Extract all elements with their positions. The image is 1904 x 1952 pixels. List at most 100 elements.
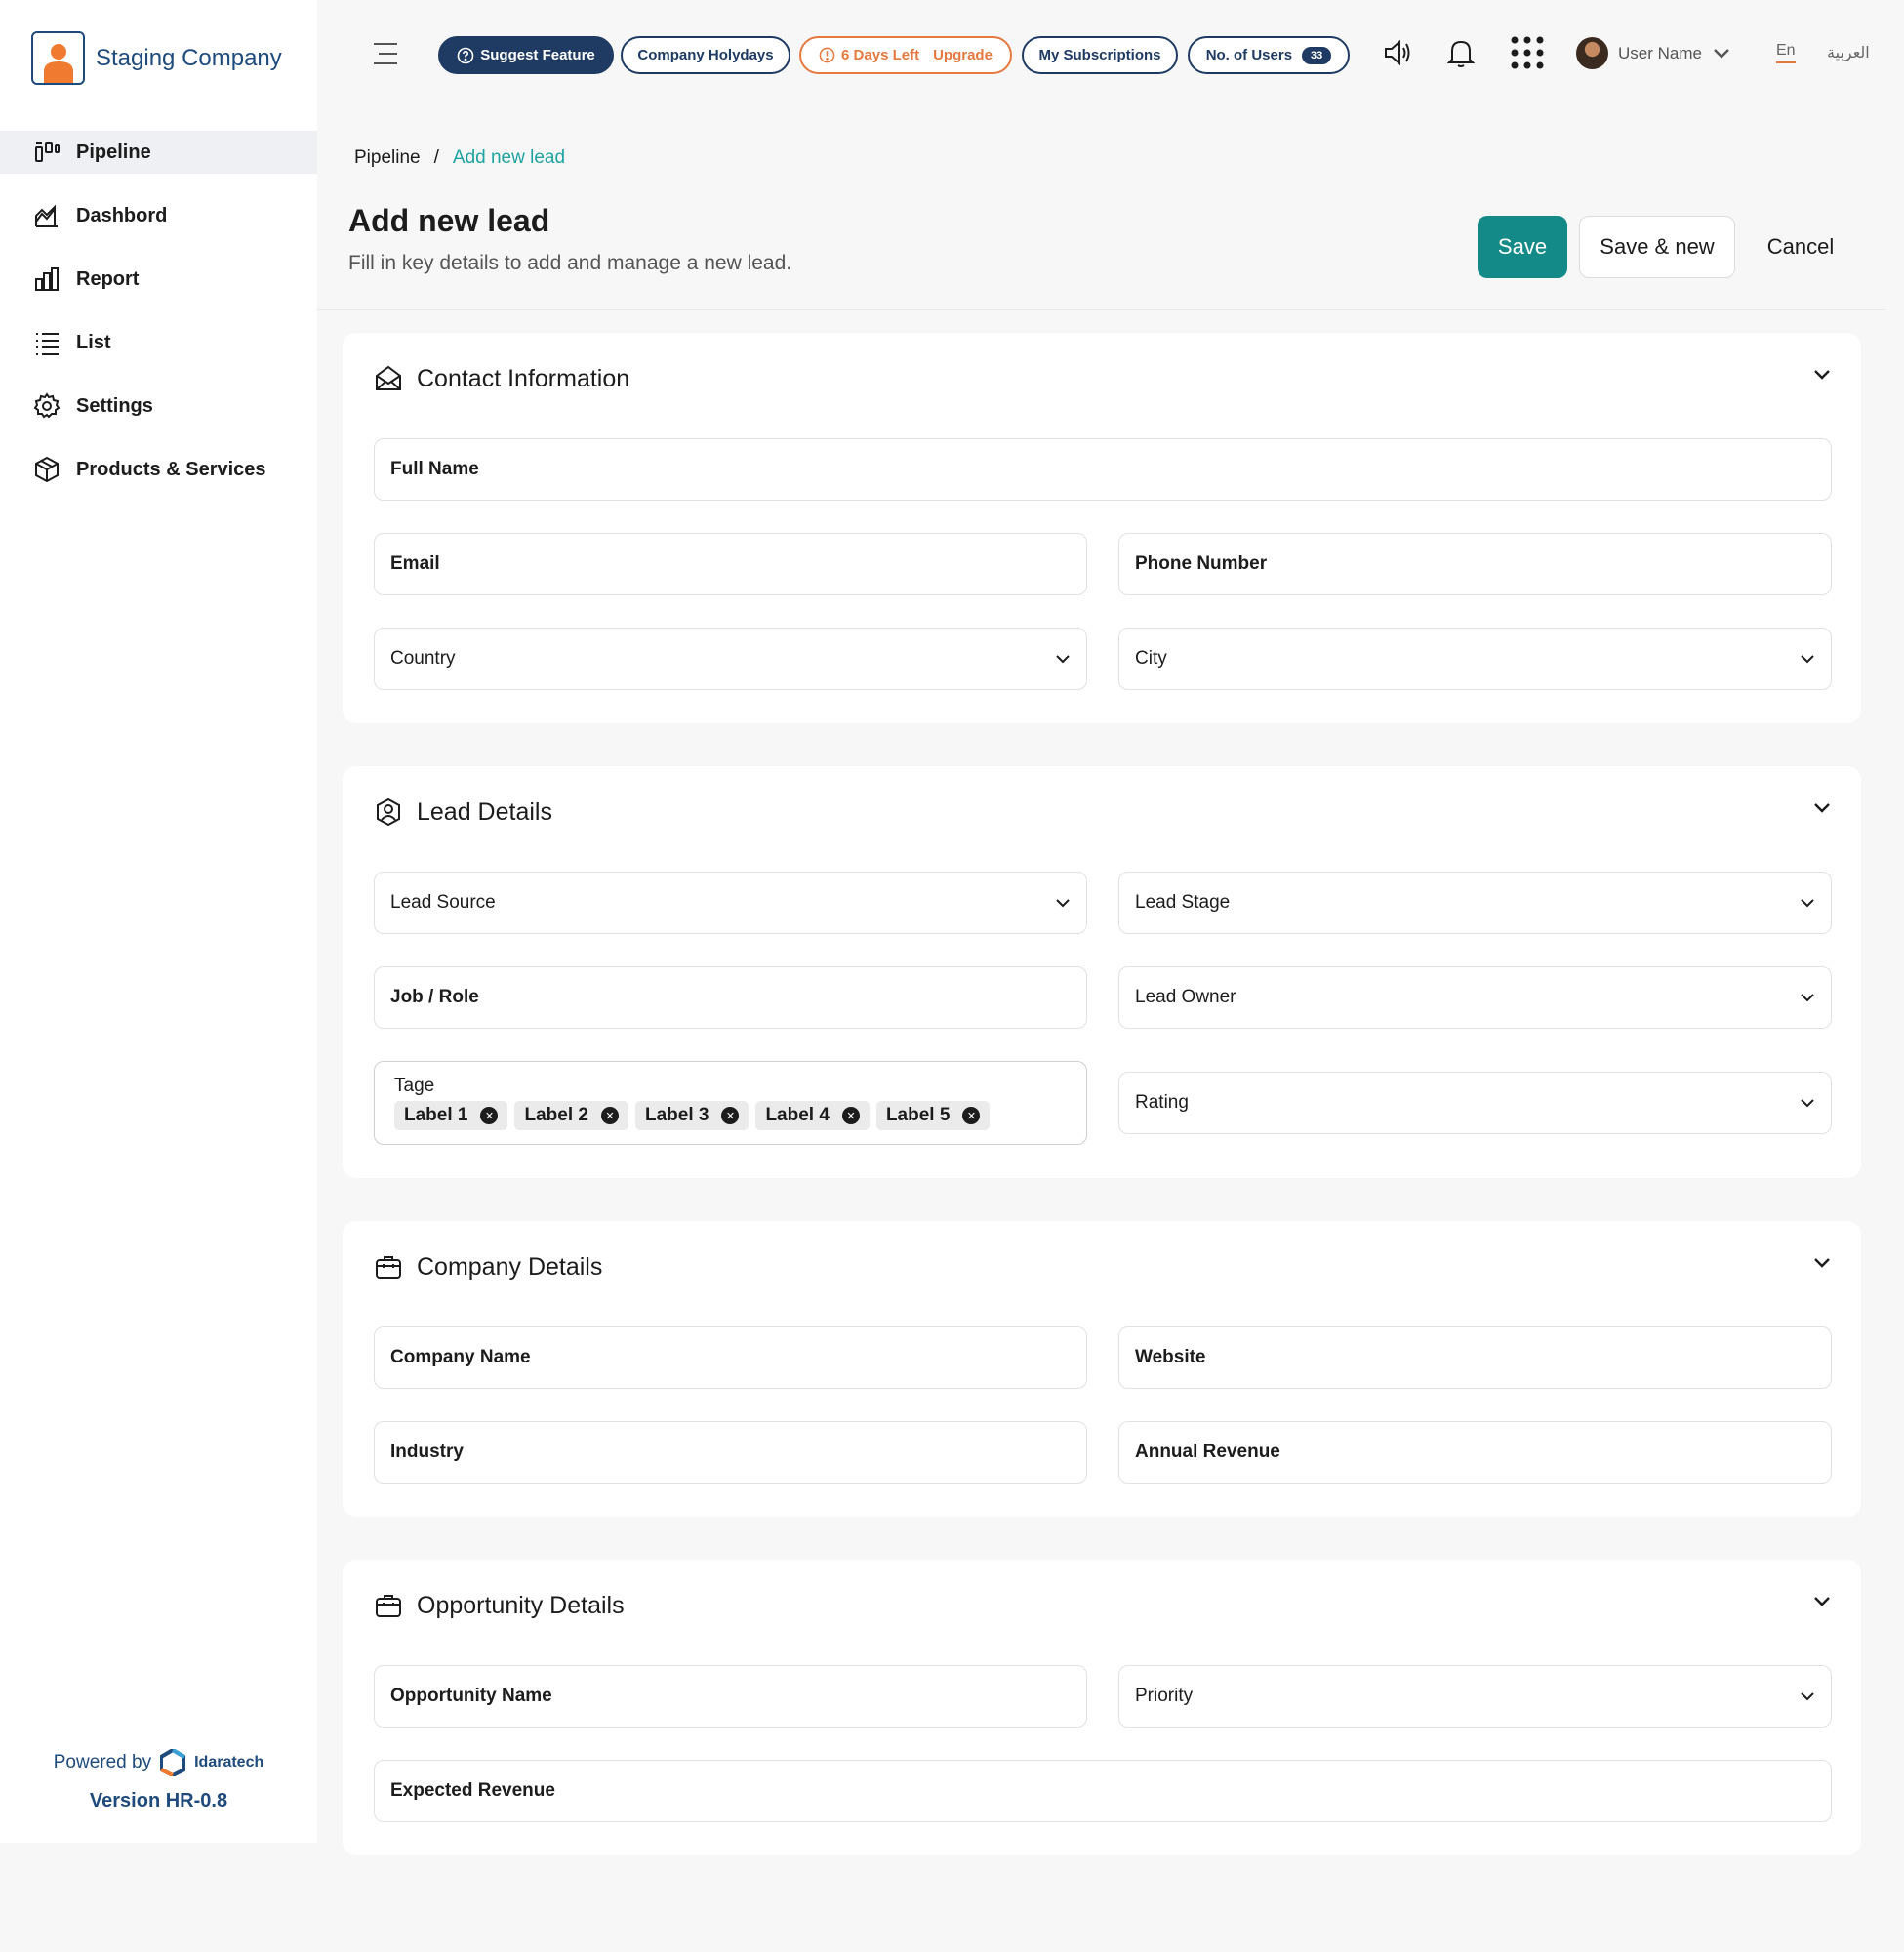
tag-chip-label: Label 1 bbox=[404, 1105, 468, 1125]
users-count-pill[interactable]: No. of Users 33 bbox=[1188, 36, 1350, 74]
country-label: Country bbox=[390, 648, 456, 669]
company-name-label: Company Name bbox=[390, 1347, 531, 1367]
remove-tag-icon[interactable]: ✕ bbox=[600, 1107, 619, 1124]
gear-icon bbox=[33, 392, 61, 419]
sidebar-item-dashboard[interactable]: Dashbord bbox=[0, 194, 317, 237]
dashboard-icon bbox=[35, 204, 58, 227]
cancel-button[interactable]: Cancel bbox=[1747, 216, 1854, 278]
opportunity-details-header[interactable]: Opportunity Details bbox=[374, 1591, 625, 1620]
remove-tag-icon[interactable]: ✕ bbox=[841, 1107, 860, 1124]
sidebar-item-report[interactable]: Report bbox=[0, 258, 317, 301]
country-select[interactable]: Country bbox=[374, 628, 1087, 690]
company-holidays-button[interactable]: Company Holydays bbox=[621, 36, 790, 74]
tags-field[interactable]: Tage Label 1 ✕ Label 2 ✕ Label 3 ✕ Label 4 ✕… bbox=[374, 1061, 1087, 1145]
breadcrumb-root[interactable]: Pipeline bbox=[354, 147, 421, 169]
rating-label: Rating bbox=[1135, 1092, 1189, 1113]
chevron-down-icon[interactable] bbox=[1812, 1256, 1832, 1270]
pipeline-icon bbox=[35, 142, 60, 162]
chevron-down-icon[interactable] bbox=[1812, 368, 1832, 382]
sidebar-item-list[interactable]: List bbox=[0, 321, 317, 364]
bell-icon[interactable] bbox=[1447, 37, 1475, 68]
lead-details-title: Lead Details bbox=[417, 797, 552, 826]
tag-chip: Label 3 ✕ bbox=[634, 1101, 749, 1130]
sidebar-item-products-services[interactable]: Products & Services bbox=[0, 448, 317, 491]
menu-icon[interactable] bbox=[373, 41, 398, 66]
full-name-label: Full Name bbox=[390, 459, 479, 479]
tags-label: Tage bbox=[394, 1076, 435, 1096]
remove-tag-icon[interactable]: ✕ bbox=[962, 1107, 981, 1124]
lead-stage-select[interactable]: Lead Stage bbox=[1118, 872, 1832, 934]
company-name-field[interactable]: Company Name bbox=[374, 1326, 1087, 1389]
sidebar-item-pipeline[interactable]: Pipeline bbox=[0, 131, 317, 174]
expected-revenue-label: Expected Revenue bbox=[390, 1780, 555, 1801]
priority-select[interactable]: Priority bbox=[1118, 1665, 1832, 1728]
company-details-card: Company Details Company Name Website Ind… bbox=[343, 1221, 1861, 1517]
my-subscriptions-button[interactable]: My Subscriptions bbox=[1022, 36, 1178, 74]
opportunity-name-field[interactable]: Opportunity Name bbox=[374, 1665, 1087, 1728]
sidebar-item-settings[interactable]: Settings bbox=[0, 385, 317, 427]
sidebar-item-label: Products & Services bbox=[76, 458, 266, 480]
user-menu[interactable]: User Name bbox=[1576, 37, 1731, 69]
page-subtitle: Fill in key details to add and manage a … bbox=[348, 252, 792, 274]
rating-select[interactable]: Rating bbox=[1118, 1072, 1832, 1134]
tag-chips: Label 1 ✕ Label 2 ✕ Label 3 ✕ Label 4 ✕ Labe… bbox=[394, 1101, 991, 1130]
days-left-label: 6 Days Left bbox=[841, 47, 920, 63]
opportunity-details-card: Opportunity Details Opportunity Name Pri… bbox=[343, 1560, 1861, 1855]
apps-grid-icon[interactable] bbox=[1510, 35, 1545, 70]
industry-label: Industry bbox=[390, 1442, 464, 1462]
job-role-field[interactable]: Job / Role bbox=[374, 966, 1087, 1029]
contact-information-card: Contact Information Full Name Email Phon… bbox=[343, 333, 1861, 723]
breadcrumb-separator: / bbox=[433, 147, 439, 168]
expected-revenue-field[interactable]: Expected Revenue bbox=[374, 1760, 1832, 1822]
idaratech-logo-icon bbox=[160, 1749, 186, 1776]
website-field[interactable]: Website bbox=[1118, 1326, 1832, 1389]
save-and-new-button[interactable]: Save & new bbox=[1579, 216, 1735, 278]
priority-label: Priority bbox=[1135, 1686, 1194, 1706]
contact-information-header[interactable]: Contact Information bbox=[374, 364, 629, 393]
save-button[interactable]: Save bbox=[1478, 216, 1567, 278]
brand[interactable]: Staging Company bbox=[31, 31, 282, 85]
job-role-label: Job / Role bbox=[390, 987, 479, 1007]
company-holidays-label: Company Holydays bbox=[637, 47, 774, 63]
language-ar[interactable]: العربية bbox=[1827, 43, 1870, 62]
tag-chip-label: Label 2 bbox=[524, 1105, 588, 1125]
email-field[interactable]: Email bbox=[374, 533, 1087, 595]
chevron-down-icon bbox=[1056, 655, 1070, 664]
my-subscriptions-label: My Subscriptions bbox=[1038, 47, 1161, 63]
contact-information-title: Contact Information bbox=[417, 364, 630, 392]
opportunity-details-title: Opportunity Details bbox=[417, 1591, 625, 1619]
chevron-down-icon[interactable] bbox=[1812, 1595, 1832, 1608]
trial-status-pill[interactable]: 6 Days Left Upgrade bbox=[799, 36, 1012, 74]
sidebar-nav: Pipeline Dashbord Report List Settings P… bbox=[0, 131, 317, 511]
powered-by: Powered by Idaratech Version HR-0.8 bbox=[0, 1749, 317, 1812]
briefcase-icon bbox=[376, 1595, 401, 1617]
lead-details-card: Lead Details Lead Source Lead Stage Job … bbox=[343, 766, 1861, 1178]
sidebar: Staging Company Pipeline Dashbord Report… bbox=[0, 0, 317, 1843]
lead-source-select[interactable]: Lead Source bbox=[374, 872, 1087, 934]
header-divider bbox=[317, 309, 1886, 310]
lead-owner-select[interactable]: Lead Owner bbox=[1118, 966, 1832, 1029]
briefcase-icon bbox=[376, 1256, 401, 1279]
sidebar-item-label: Report bbox=[76, 267, 140, 290]
upgrade-link[interactable]: Upgrade bbox=[933, 47, 993, 63]
lead-details-header[interactable]: Lead Details bbox=[374, 797, 552, 827]
list-icon bbox=[36, 333, 59, 355]
full-name-field[interactable]: Full Name bbox=[374, 438, 1832, 501]
phone-number-field[interactable]: Phone Number bbox=[1118, 533, 1832, 595]
version-label: Version HR-0.8 bbox=[89, 1790, 228, 1811]
company-details-header[interactable]: Company Details bbox=[374, 1252, 602, 1281]
remove-tag-icon[interactable]: ✕ bbox=[480, 1107, 499, 1124]
company-logo-icon bbox=[31, 31, 85, 85]
avatar bbox=[1576, 37, 1608, 69]
language-en[interactable]: En bbox=[1776, 42, 1796, 63]
suggest-feature-button[interactable]: Suggest Feature bbox=[438, 36, 614, 74]
lead-source-label: Lead Source bbox=[390, 892, 496, 913]
company-details-title: Company Details bbox=[417, 1252, 603, 1281]
remove-tag-icon[interactable]: ✕ bbox=[721, 1107, 740, 1124]
chevron-down-icon[interactable] bbox=[1812, 801, 1832, 815]
user-name: User Name bbox=[1618, 43, 1702, 62]
annual-revenue-field[interactable]: Annual Revenue bbox=[1118, 1421, 1832, 1484]
industry-field[interactable]: Industry bbox=[374, 1421, 1087, 1484]
city-select[interactable]: City bbox=[1118, 628, 1832, 690]
speaker-icon[interactable] bbox=[1383, 37, 1412, 68]
